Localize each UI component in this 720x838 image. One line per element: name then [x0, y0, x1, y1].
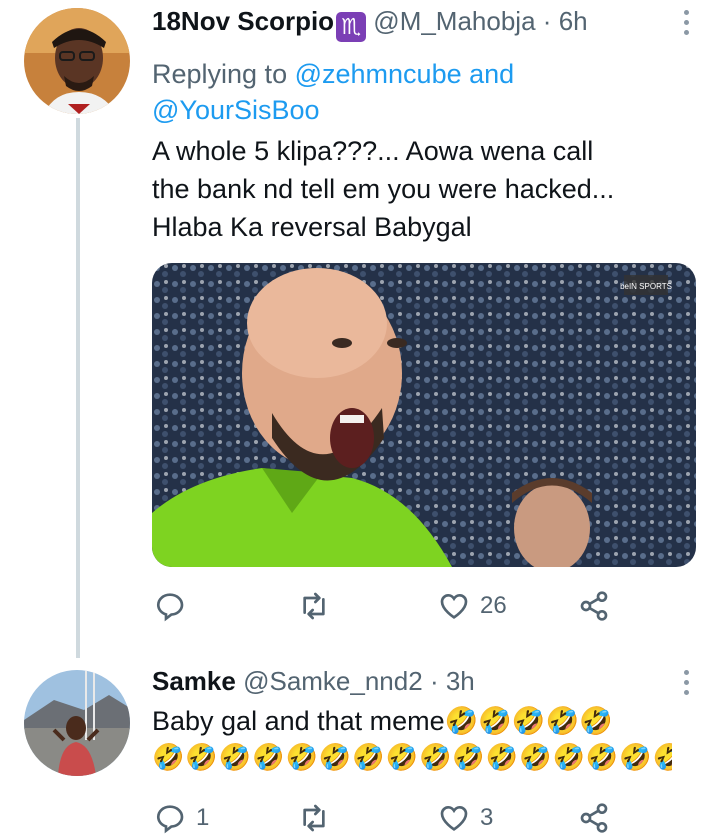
zodiac-badge: ♏ — [336, 12, 367, 42]
tweet-text-line: the bank nd tell em you were hacked... — [152, 174, 615, 204]
reply-icon — [156, 593, 184, 622]
reply-count: 1 — [196, 804, 210, 831]
more-icon[interactable] — [676, 670, 696, 700]
retweet-button[interactable] — [298, 586, 340, 626]
retweet-button[interactable] — [298, 798, 340, 838]
mention-link[interactable]: @zehmncube — [295, 59, 462, 89]
tweet-2[interactable]: Samke @Samke_nnd2 · 3h Baby gal and that… — [152, 664, 696, 804]
like-button[interactable]: 3 — [438, 798, 493, 838]
replying-to: Replying to @zehmncube and @YourSisBoo — [152, 56, 696, 128]
tweet-text-line: Hlaba Ka reversal Babygal — [152, 212, 472, 242]
separator: · — [542, 6, 552, 36]
share-button[interactable] — [578, 586, 610, 626]
tweet-text: Baby gal and that meme🤣🤣🤣🤣🤣 🤣🤣🤣🤣🤣🤣🤣🤣🤣🤣🤣🤣… — [152, 702, 696, 774]
share-button[interactable] — [578, 798, 610, 838]
retweet-icon — [303, 592, 325, 620]
broadcast-badge: beIN SPORTS — [620, 282, 672, 291]
retweet-icon — [303, 804, 325, 832]
share-icon — [580, 803, 608, 833]
share-icon — [580, 591, 608, 621]
tweet-header: Samke @Samke_nnd2 · 3h — [152, 664, 696, 698]
thread-line — [76, 118, 80, 658]
like-icon — [440, 805, 468, 831]
reply-button[interactable] — [154, 586, 196, 626]
like-button[interactable]: 26 — [438, 586, 507, 626]
display-name[interactable]: Samke — [152, 666, 236, 696]
handle[interactable]: @M_Mahobja — [373, 6, 535, 36]
tweet-text-line: A whole 5 klipa???... Aowa wena call — [152, 136, 594, 166]
avatar[interactable] — [24, 670, 130, 776]
like-icon — [440, 593, 468, 619]
tweet-header: 18Nov Scorpio ♏ @M_Mahobja · 6h — [152, 4, 696, 42]
like-count: 26 — [480, 592, 507, 619]
tweet-text-line: Baby gal and that meme🤣🤣🤣🤣🤣 — [152, 706, 613, 736]
replying-prefix: Replying to — [152, 59, 288, 89]
tweet-text-line: 🤣🤣🤣🤣🤣🤣🤣🤣🤣🤣🤣🤣🤣🤣🤣🤣🤣🤣🤣🤣🤣🤣 — [152, 742, 672, 772]
reply-button[interactable]: 1 — [154, 798, 209, 838]
like-count: 3 — [480, 804, 494, 831]
reply-icon — [156, 805, 184, 834]
separator: · — [429, 666, 439, 696]
tweet-text: A whole 5 klipa???... Aowa wena call the… — [152, 132, 696, 246]
replying-and: and — [469, 59, 515, 89]
tweet-actions: 1 3 — [152, 798, 652, 838]
more-icon[interactable] — [676, 10, 696, 40]
handle[interactable]: @Samke_nnd2 — [243, 666, 423, 696]
display-name[interactable]: 18Nov Scorpio — [152, 6, 334, 36]
timestamp[interactable]: 6h — [559, 6, 588, 36]
timestamp[interactable]: 3h — [446, 666, 475, 696]
tweet-media-image[interactable]: beIN SPORTS — [152, 263, 696, 567]
tweet-actions: 26 — [152, 586, 652, 626]
avatar[interactable] — [24, 8, 130, 114]
mention-link[interactable]: @YourSisBoo — [152, 95, 320, 125]
